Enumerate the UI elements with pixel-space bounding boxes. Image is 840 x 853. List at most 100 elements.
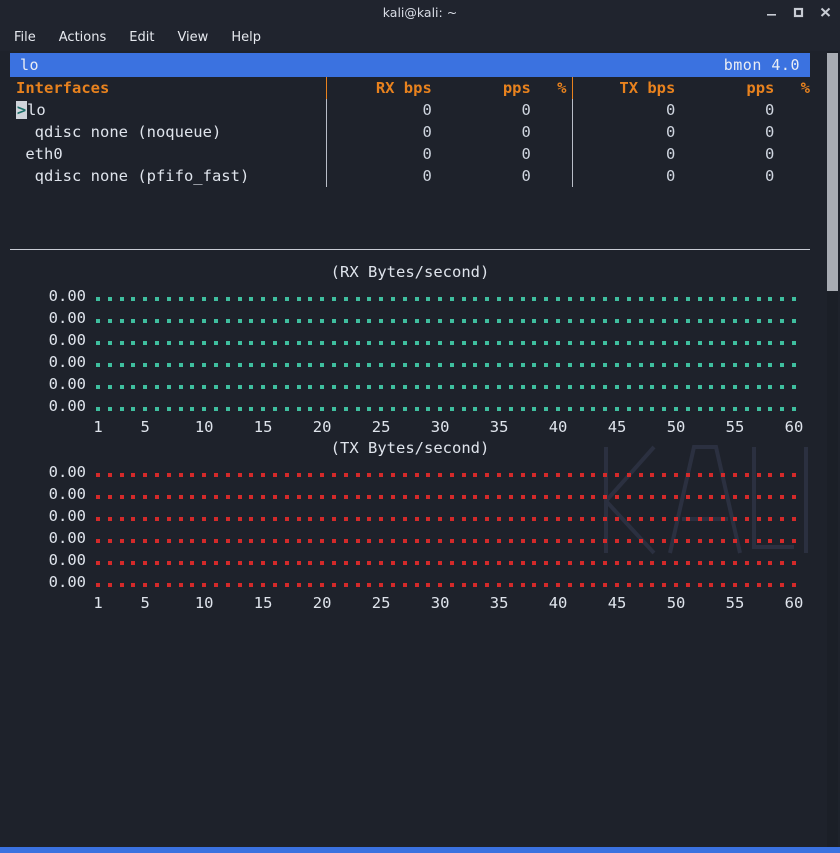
column-header-tx-bps: TX bps xyxy=(566,79,675,97)
tx-y-tick-label: 0.00 xyxy=(10,507,96,525)
rx-x-tick-label: 20 xyxy=(313,418,332,436)
rx-y-tick-label: 0.00 xyxy=(10,397,96,415)
rx-bps-cell: 0 xyxy=(323,167,432,185)
rx-series-line xyxy=(96,285,810,307)
menu-item-actions[interactable]: Actions xyxy=(59,31,107,44)
rx-bps-cell: 0 xyxy=(323,145,432,163)
rx-graph-row: 0.00 xyxy=(10,307,810,329)
rx-x-tick-label: 10 xyxy=(195,418,214,436)
rx-y-tick-label: 0.00 xyxy=(10,375,96,393)
column-header-tx-pct: % xyxy=(774,79,810,97)
maximize-button[interactable] xyxy=(792,5,805,19)
interface-name-cell: qdisc none (noqueue) xyxy=(10,123,323,141)
column-divider-rx-body xyxy=(326,99,327,187)
rx-y-tick-label: 0.00 xyxy=(10,287,96,305)
rx-series-line xyxy=(96,329,810,351)
column-divider-rx-header xyxy=(326,77,327,99)
rx-pps-cell: 0 xyxy=(432,167,531,185)
minimize-button[interactable] xyxy=(765,5,778,19)
tx-graph-row: 0.00 xyxy=(10,483,810,505)
tx-graph: 0.000.000.000.000.000.001510152025303540… xyxy=(10,461,810,615)
tx-graph-row: 0.00 xyxy=(10,461,810,483)
rx-series-line xyxy=(96,373,810,395)
rx-graph-row: 0.00 xyxy=(10,395,810,417)
rx-y-tick-label: 0.00 xyxy=(10,331,96,349)
column-divider-tx-header xyxy=(572,77,573,99)
rx-y-tick-label: 0.00 xyxy=(10,353,96,371)
table-bottom-rule xyxy=(10,249,810,250)
rx-x-tick-label: 60 xyxy=(785,418,804,436)
scrollbar-thumb[interactable] xyxy=(827,53,838,291)
tx-series-line xyxy=(96,461,810,483)
tx-bps-cell: 0 xyxy=(566,167,675,185)
bmon-banner: lo bmon 4.0 xyxy=(10,53,810,77)
menu-item-view[interactable]: View xyxy=(177,31,208,44)
table-row[interactable]: >lo0000 xyxy=(10,99,810,121)
tx-pps-cell: 0 xyxy=(675,101,774,119)
tx-graph-row: 0.00 xyxy=(10,571,810,593)
rx-graph-row: 0.00 xyxy=(10,285,810,307)
tx-bps-cell: 0 xyxy=(566,123,675,141)
bottom-status-bar xyxy=(0,847,840,853)
tx-x-tick-label: 10 xyxy=(195,594,214,612)
interface-name-cell: qdisc none (pfifo_fast) xyxy=(10,167,323,185)
rx-pps-cell: 0 xyxy=(432,145,531,163)
rx-x-tick-label: 45 xyxy=(608,418,627,436)
rx-bps-cell: 0 xyxy=(323,101,432,119)
tx-x-tick-label: 25 xyxy=(372,594,391,612)
terminal-scrollbar[interactable] xyxy=(827,51,838,853)
rx-x-tick-label: 40 xyxy=(549,418,568,436)
tx-x-axis: 151015202530354045505560 xyxy=(10,593,810,615)
terminal-content[interactable]: lo bmon 4.0 Interfaces RX bps pps % TX b… xyxy=(0,51,840,853)
banner-interface-label: lo xyxy=(20,56,39,74)
tx-series-line xyxy=(96,505,810,527)
rx-graph-row: 0.00 xyxy=(10,351,810,373)
tx-series-line xyxy=(96,483,810,505)
interface-name: eth0 xyxy=(16,145,63,163)
window-title: kali@kali: ~ xyxy=(383,5,457,20)
tx-graph-title: (TX Bytes/second) xyxy=(10,439,810,457)
rx-x-tick-label: 35 xyxy=(490,418,509,436)
rx-y-tick-label: 0.00 xyxy=(10,309,96,327)
rx-series-line xyxy=(96,351,810,373)
tx-x-tick-label: 60 xyxy=(785,594,804,612)
menu-item-file[interactable]: File xyxy=(14,31,36,44)
close-button[interactable] xyxy=(819,5,832,19)
table-body: >lo0000 qdisc none (noqueue)0000 eth0000… xyxy=(10,99,810,187)
tx-x-tick-label: 40 xyxy=(549,594,568,612)
rx-x-tick-label: 55 xyxy=(726,418,745,436)
table-row[interactable]: qdisc none (pfifo_fast)0000 xyxy=(10,165,810,187)
column-header-rx-pct: % xyxy=(531,79,567,97)
tx-x-tick-label: 45 xyxy=(608,594,627,612)
tx-y-tick-label: 0.00 xyxy=(10,551,96,569)
rx-x-ticks: 151015202530354045505560 xyxy=(96,417,810,439)
banner-app-version: bmon 4.0 xyxy=(724,56,800,74)
tx-graph-row: 0.00 xyxy=(10,549,810,571)
table-row[interactable]: qdisc none (noqueue)0000 xyxy=(10,121,810,143)
tx-graph-row: 0.00 xyxy=(10,505,810,527)
column-header-rx-bps: RX bps xyxy=(323,79,432,97)
terminal-window: kali@kali: ~ File Actions Edit View Help xyxy=(0,0,840,853)
column-divider-tx-body xyxy=(572,99,573,187)
window-titlebar: kali@kali: ~ xyxy=(0,0,840,24)
menu-item-help[interactable]: Help xyxy=(231,31,261,44)
tx-y-tick-label: 0.00 xyxy=(10,573,96,591)
tx-pps-cell: 0 xyxy=(675,167,774,185)
rx-pps-cell: 0 xyxy=(432,101,531,119)
menu-item-edit[interactable]: Edit xyxy=(129,31,154,44)
rx-graph-title: (RX Bytes/second) xyxy=(10,263,810,281)
tx-pps-cell: 0 xyxy=(675,145,774,163)
tx-x-tick-label: 5 xyxy=(141,594,150,612)
table-row[interactable]: eth00000 xyxy=(10,143,810,165)
interface-name: lo xyxy=(27,101,46,119)
tx-series-line xyxy=(96,571,810,593)
column-header-rx-pps: pps xyxy=(432,79,531,97)
rx-graph-row: 0.00 xyxy=(10,329,810,351)
interface-name: qdisc none (pfifo_fast) xyxy=(16,167,249,185)
window-controls xyxy=(765,0,832,24)
interface-name: qdisc none (noqueue) xyxy=(16,123,221,141)
tx-series-line xyxy=(96,549,810,571)
rx-x-tick-label: 25 xyxy=(372,418,391,436)
tx-x-tick-label: 20 xyxy=(313,594,332,612)
column-header-interfaces: Interfaces xyxy=(10,79,323,97)
